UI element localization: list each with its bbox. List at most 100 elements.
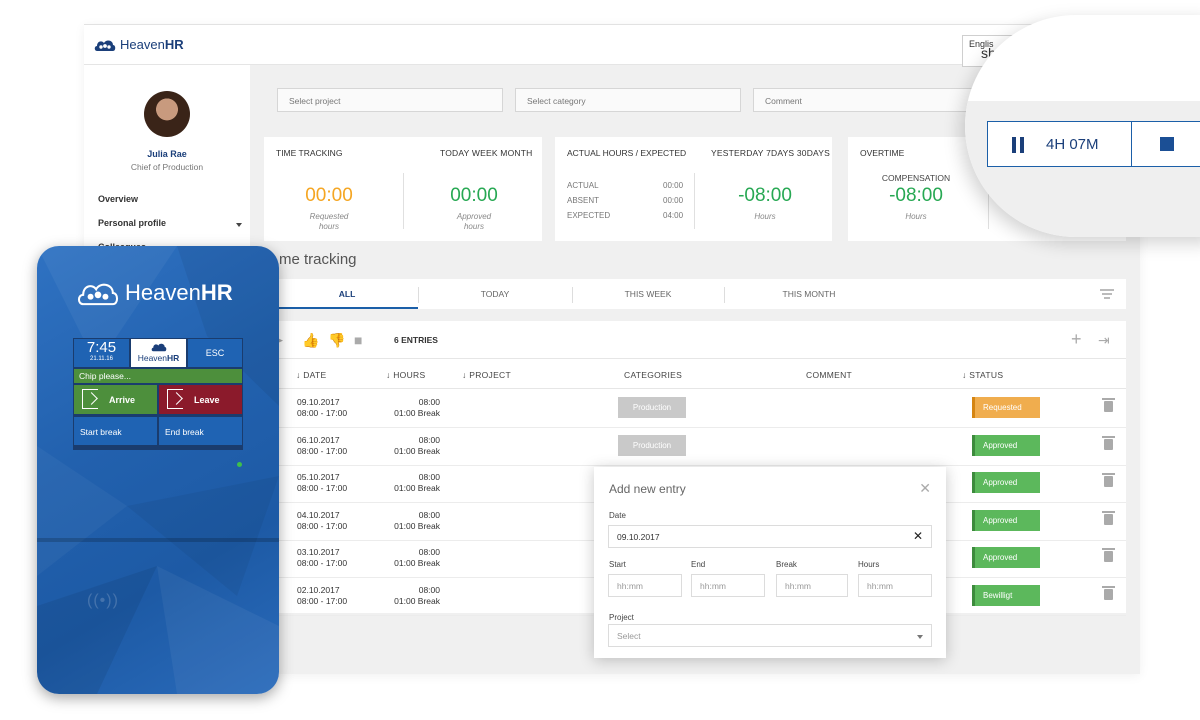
expected-label: EXPECTED: [567, 211, 611, 220]
clock-time: 7:45: [86, 339, 117, 356]
break-time-field[interactable]: hh:mm: [776, 574, 848, 597]
cloud-people-icon: [77, 283, 119, 306]
column-header-date[interactable]: ↓ DATE: [296, 370, 326, 380]
card-title: OVERTIME: [860, 148, 905, 158]
status-led: [237, 462, 242, 467]
tab-all[interactable]: ALL: [276, 279, 418, 309]
arrive-button[interactable]: Arrive: [74, 385, 157, 414]
absent-label: ABSENT: [567, 196, 600, 205]
table-row[interactable]: 09.10.2017 08:00 - 17:00 08:00 01:00 Break…: [276, 390, 1126, 428]
time-clock-terminal: HeavenHR 7:45 21.11.16 HeavenHR ESC Chip…: [37, 246, 279, 694]
project-filter[interactable]: Select project: [277, 88, 503, 112]
avatar[interactable]: [144, 91, 190, 137]
cloud-people-icon: [94, 38, 116, 52]
trash-icon[interactable]: [1102, 398, 1115, 412]
end-label: End: [691, 560, 706, 569]
trash-icon[interactable]: [1102, 548, 1115, 562]
date-field[interactable]: 09.10.2017 ✕: [608, 525, 932, 548]
leave-icon: [167, 389, 183, 409]
end-time-field[interactable]: hh:mm: [691, 574, 765, 597]
cloud-people-icon: [151, 343, 166, 352]
chevron-down-icon: [236, 223, 242, 227]
user-name: Julia Rae: [147, 149, 187, 159]
running-timer: 4H 07M: [987, 121, 1200, 167]
comment-filter[interactable]: Comment: [753, 88, 979, 112]
terminal-clock: 7:45 21.11.16: [74, 339, 129, 367]
column-header-status[interactable]: ↓ STATUS: [962, 370, 1003, 380]
entry-date: 02.10.2017 08:00 - 17:00: [297, 585, 348, 606]
category-tag: Production: [618, 435, 686, 456]
app-logo-text: HeavenHR: [120, 37, 184, 52]
sidebar-item-overview[interactable]: Overview: [98, 194, 138, 204]
trash-icon[interactable]: [1102, 511, 1115, 525]
device-seam: [37, 538, 279, 542]
expected-value: 04:00: [663, 211, 684, 220]
entry-hours: 08:00 01:00 Break: [394, 547, 440, 568]
column-header-hours[interactable]: ↓ HOURS: [386, 370, 425, 380]
stop-icon[interactable]: [1160, 137, 1174, 151]
status-badge: Bewilligt: [972, 585, 1040, 606]
add-entry-dialog: Add new entry ✕ Date 09.10.2017 ✕ Start …: [594, 467, 946, 658]
column-header-project[interactable]: ↓ PROJECT: [462, 370, 511, 380]
start-label: Start: [609, 560, 626, 569]
period-switcher[interactable]: TODAY WEEK MONTH: [440, 148, 532, 158]
tab-this-week[interactable]: THIS WEEK: [572, 279, 724, 309]
sidebar-item-personal-profile[interactable]: Personal profile: [98, 218, 166, 228]
thumbs-up-icon[interactable]: 👍: [302, 332, 319, 349]
tab-today[interactable]: TODAY: [418, 279, 572, 309]
actual-hours-card: ACTUAL HOURS / EXPECTED YESTERDAY 7DAYS …: [555, 137, 832, 241]
close-icon[interactable]: ✕: [919, 480, 931, 497]
category-filter[interactable]: Select category: [515, 88, 741, 112]
period-switcher[interactable]: YESTERDAY 7DAYS 30DAYS: [711, 148, 830, 158]
card-title: TIME TRACKING: [276, 148, 343, 158]
pause-icon[interactable]: [1012, 137, 1024, 153]
entry-hours: 08:00 01:00 Break: [394, 435, 440, 456]
project-select[interactable]: Select: [608, 624, 932, 647]
column-header-comment: COMMENT: [806, 370, 853, 380]
overtime-value: -08:00: [889, 185, 943, 206]
entry-date: 04.10.2017 08:00 - 17:00: [297, 510, 348, 531]
timer-elapsed: 4H 07M: [1046, 136, 1099, 153]
thumbs-down-icon[interactable]: 👎: [328, 332, 345, 349]
app-logo[interactable]: HeavenHR: [94, 37, 184, 52]
entry-hours: 08:00 01:00 Break: [394, 585, 440, 606]
entry-hours: 08:00 01:00 Break: [394, 510, 440, 531]
time-tracking-card: TIME TRACKING TODAY WEEK MONTH 00:00 Req…: [264, 137, 542, 241]
leave-button[interactable]: Leave: [159, 385, 242, 414]
status-badge: Approved: [972, 435, 1040, 456]
device-texture: [37, 246, 279, 694]
trash-icon[interactable]: [1102, 586, 1115, 600]
clock-date: 21.11.16: [90, 356, 113, 362]
timer-zoom-bubble: 4H 07M: [965, 15, 1200, 237]
trash-icon[interactable]: [1102, 436, 1115, 450]
filter-icon[interactable]: [1100, 289, 1114, 299]
table-row[interactable]: 06.10.2017 08:00 - 17:00 08:00 01:00 Break…: [276, 428, 1126, 466]
entry-hours: 08:00 01:00 Break: [394, 397, 440, 418]
status-badge: Approved: [972, 547, 1040, 568]
add-icon[interactable]: +: [1071, 329, 1082, 350]
export-icon[interactable]: ⇥: [1098, 332, 1110, 349]
status-badge: Approved: [972, 510, 1040, 531]
trash-icon[interactable]: ■: [354, 332, 362, 348]
terminal-logo: HeavenHR: [77, 280, 233, 306]
approved-hours-label: Approved hours: [456, 212, 492, 231]
requested-hours-label: Requested hours: [309, 212, 349, 231]
terminal-screen-logo: HeavenHR: [131, 339, 186, 367]
clear-icon[interactable]: ✕: [913, 529, 923, 543]
tab-this-month[interactable]: THIS MONTH: [724, 279, 894, 309]
hours-field[interactable]: hh:mm: [858, 574, 932, 597]
dialog-title: Add new entry: [609, 482, 686, 496]
section-title: me tracking: [279, 251, 357, 268]
esc-button[interactable]: ESC: [188, 339, 242, 367]
status-badge: Requested: [972, 397, 1040, 418]
category-tag: Production: [618, 397, 686, 418]
time-range-tabs: ALL TODAY THIS WEEK THIS MONTH: [276, 279, 1126, 309]
end-break-button[interactable]: End break: [159, 417, 242, 445]
requested-hours-value: 00:00: [305, 185, 353, 206]
start-time-field[interactable]: hh:mm: [608, 574, 682, 597]
nfc-icon: ((•)): [87, 592, 119, 609]
trash-icon[interactable]: [1102, 473, 1115, 487]
table-header: ↓ DATE ↓ HOURS ↓ PROJECT CATEGORIES COMM…: [276, 363, 1126, 389]
start-break-button[interactable]: Start break: [74, 417, 157, 445]
status-badge: Approved: [972, 472, 1040, 493]
